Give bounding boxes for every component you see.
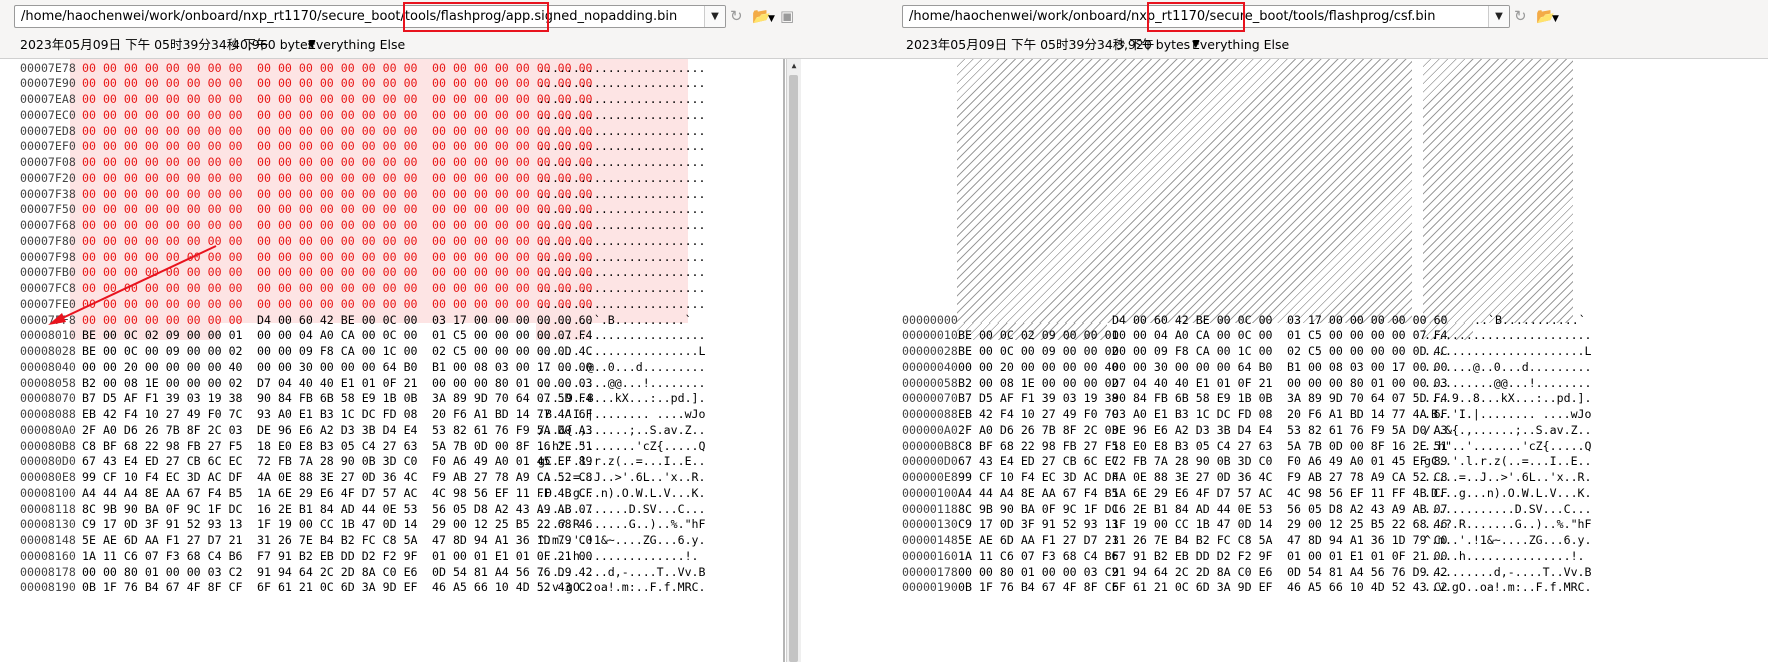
right-file-pane: /home/haochenwei/work/onboard/nxp_rt1170…: [902, 0, 1768, 662]
right-hex-view[interactable]: 00000000 D4 00 60 42 BE 00 0C 00 03 17 00 …: [902, 59, 1768, 662]
right-info-bar: 2023年05月09日 下午 05时39分34秒 下午 3,920 bytes …: [902, 32, 1768, 59]
chevron-down-icon[interactable]: ▼: [1488, 6, 1509, 27]
right-file-size: 3,920 bytes: [1116, 37, 1191, 52]
revert-icon[interactable]: ↻: [1514, 7, 1527, 25]
left-file-pane: /home/haochenwei/work/onboard/nxp_rt1170…: [0, 0, 902, 662]
row-address: 00000190: [902, 580, 958, 595]
annotation-arrow: [48, 245, 217, 325]
missing-data-hatch: [957, 59, 1412, 323]
ascii-text: ..v.gO..oa!.m:..F.f.MRC.: [1424, 580, 1592, 595]
chevron-down-icon[interactable]: ▼: [1552, 10, 1559, 28]
left-vertical-scrollbar[interactable]: ▲: [786, 59, 801, 662]
pane-divider: [783, 59, 785, 662]
hex-bytes: 0B 1F 76 B4 67 4F 8F CF: [958, 580, 1119, 595]
scroll-up-icon[interactable]: ▲: [789, 61, 799, 71]
right-path-bar: /home/haochenwei/work/onboard/nxp_rt1170…: [902, 0, 1768, 32]
hex-bytes: 6F 61 21 0C 6D 3A 9D EF: [1112, 580, 1273, 595]
hex-row[interactable]: 00000190 0B 1F 76 B4 67 4F 8F CF 6F 61 21 …: [902, 579, 1662, 597]
filename-highlight-box: [1147, 2, 1245, 32]
chevron-down-icon: ▼: [1192, 39, 1200, 50]
missing-data-hatch: [1423, 59, 1573, 323]
scrollbar-thumb[interactable]: [789, 75, 798, 662]
